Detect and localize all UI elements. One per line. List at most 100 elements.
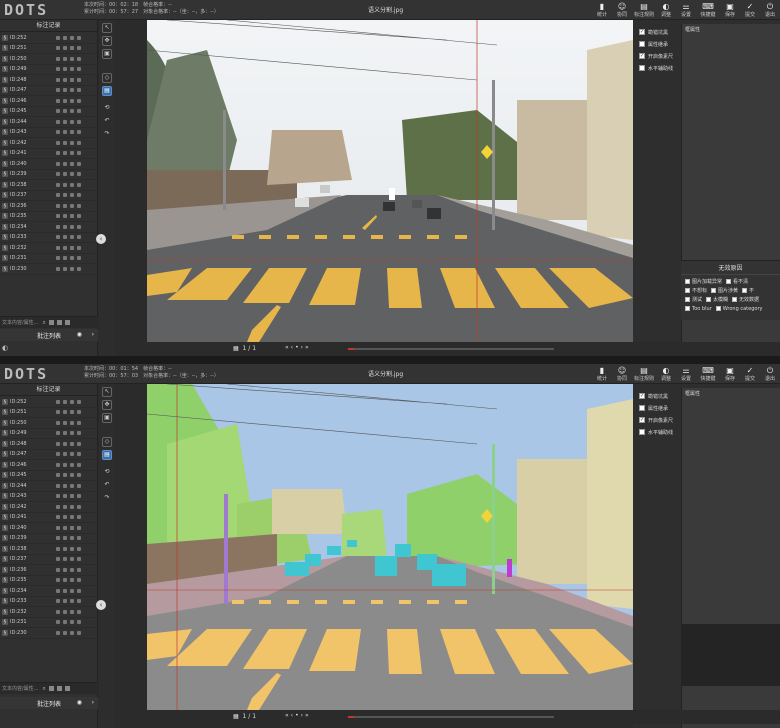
checkbox[interactable]	[742, 288, 748, 293]
copy-icon[interactable]	[70, 46, 74, 51]
list-item[interactable]: § ID:241	[0, 513, 98, 523]
eye-icon[interactable]	[63, 525, 67, 530]
trash-icon[interactable]	[77, 67, 81, 72]
copy-icon[interactable]	[70, 483, 74, 488]
list-item[interactable]: § ID:252	[0, 33, 98, 44]
redo-icon[interactable]: ↷	[102, 130, 112, 140]
trash-icon[interactable]	[77, 214, 81, 219]
copy-icon[interactable]	[70, 161, 74, 166]
list-item[interactable]: § ID:248	[0, 75, 98, 86]
edit-icon[interactable]	[56, 151, 60, 156]
trash-icon[interactable]	[77, 420, 81, 425]
edit-icon[interactable]	[56, 420, 60, 425]
trash-icon[interactable]	[77, 441, 81, 446]
copy-icon[interactable]	[70, 557, 74, 562]
trash-icon[interactable]	[77, 452, 81, 457]
copy-icon[interactable]	[70, 224, 74, 229]
image-canvas[interactable]	[147, 20, 633, 342]
edit-icon[interactable]	[56, 557, 60, 562]
option-check[interactable]: ✓ 勘错坑黑	[639, 26, 673, 38]
list-item[interactable]: § ID:250	[0, 54, 98, 65]
edit-icon[interactable]	[56, 67, 60, 72]
toolbar-button-4[interactable]: ⚌ 设置	[676, 0, 696, 20]
trash-icon[interactable]	[77, 56, 81, 61]
eye-icon[interactable]	[63, 462, 67, 467]
list-item[interactable]: § ID:241	[0, 149, 98, 159]
trash-icon[interactable]	[77, 578, 81, 583]
trash-icon[interactable]	[77, 224, 81, 229]
invalid-option[interactable]: 图片加载异常	[685, 277, 722, 286]
toolbar-button-1[interactable]: ☺ 协同	[612, 364, 632, 384]
copy-icon[interactable]	[70, 109, 74, 114]
copy-icon[interactable]	[70, 256, 74, 261]
list-item[interactable]: § ID:233	[0, 597, 98, 607]
eye-icon[interactable]	[63, 494, 67, 499]
trash-icon[interactable]	[77, 525, 81, 530]
edit-icon[interactable]	[56, 504, 60, 509]
option-check[interactable]: 水平辅助线	[639, 62, 673, 74]
copy-icon[interactable]	[70, 588, 74, 593]
eye-icon[interactable]	[63, 161, 67, 166]
magic-tool-icon[interactable]: ⟲	[102, 104, 112, 114]
copy-icon[interactable]	[70, 630, 74, 635]
eye-icon[interactable]	[63, 431, 67, 436]
edit-icon[interactable]	[56, 441, 60, 446]
brush-tool-icon[interactable]: ▤	[102, 86, 112, 96]
checkbox[interactable]: ✓	[639, 417, 645, 423]
eye-icon[interactable]: ◉	[77, 699, 82, 706]
chevron-right-icon[interactable]: ›	[92, 331, 94, 338]
edit-icon[interactable]	[56, 214, 60, 219]
toolbar-button-0[interactable]: ▮ 统计	[592, 0, 612, 20]
trash-icon[interactable]	[77, 609, 81, 614]
trash-icon[interactable]	[77, 567, 81, 572]
copy-icon[interactable]	[70, 203, 74, 208]
sidebar-search[interactable]: 文本内容/属性... ⌕	[0, 682, 98, 694]
checkbox[interactable]: ✓	[639, 53, 645, 59]
copy-icon[interactable]	[70, 599, 74, 604]
copy-icon[interactable]	[70, 578, 74, 583]
list-item[interactable]: § ID:242	[0, 138, 98, 149]
list-item[interactable]: § ID:232	[0, 243, 98, 254]
list-item[interactable]: § ID:238	[0, 180, 98, 191]
image-tool-icon[interactable]: ▣	[102, 49, 112, 59]
eye-icon[interactable]	[63, 588, 67, 593]
trash-icon[interactable]	[77, 399, 81, 404]
list-item[interactable]: § ID:246	[0, 460, 98, 471]
eye-icon[interactable]	[63, 182, 67, 187]
option-check[interactable]: ✓ 开启像素尺	[639, 50, 673, 62]
copy-icon[interactable]	[70, 266, 74, 271]
edit-icon[interactable]	[56, 130, 60, 135]
edit-icon[interactable]	[56, 462, 60, 467]
list-item[interactable]: § ID:239	[0, 170, 98, 180]
checkbox[interactable]	[639, 65, 645, 71]
eye-icon[interactable]	[63, 420, 67, 425]
pointer-tool-icon[interactable]: ↖	[102, 387, 112, 397]
list-item[interactable]: § ID:240	[0, 523, 98, 534]
invalid-option[interactable]: 图片涉黄	[711, 286, 738, 295]
copy-icon[interactable]	[70, 98, 74, 103]
trash-icon[interactable]	[77, 256, 81, 261]
eye-icon[interactable]	[63, 630, 67, 635]
edit-icon[interactable]	[56, 494, 60, 499]
eye-icon[interactable]	[63, 109, 67, 114]
polygon-tool-icon[interactable]: ◇	[102, 73, 112, 83]
trash-icon[interactable]	[77, 109, 81, 114]
copy-icon[interactable]	[70, 151, 74, 156]
list-item[interactable]: § ID:231	[0, 254, 98, 264]
edit-icon[interactable]	[56, 536, 60, 541]
eye-icon[interactable]	[63, 515, 67, 520]
eye-icon[interactable]	[63, 609, 67, 614]
list-item[interactable]: § ID:249	[0, 429, 98, 439]
edit-icon[interactable]	[56, 35, 60, 40]
eye-icon[interactable]	[63, 504, 67, 509]
trash-icon[interactable]	[77, 98, 81, 103]
option-check[interactable]: ✓ 勘错坑黑	[639, 390, 673, 402]
search-input[interactable]: 文本内容/属性...	[2, 685, 38, 692]
copy-icon[interactable]	[56, 320, 62, 325]
search-icon[interactable]: ⌕	[42, 685, 45, 693]
checkbox[interactable]	[706, 297, 712, 302]
eye-icon[interactable]	[63, 214, 67, 219]
image-tool-icon[interactable]: ▣	[102, 413, 112, 423]
list-item[interactable]: § ID:251	[0, 44, 98, 54]
edit-icon[interactable]	[56, 161, 60, 166]
